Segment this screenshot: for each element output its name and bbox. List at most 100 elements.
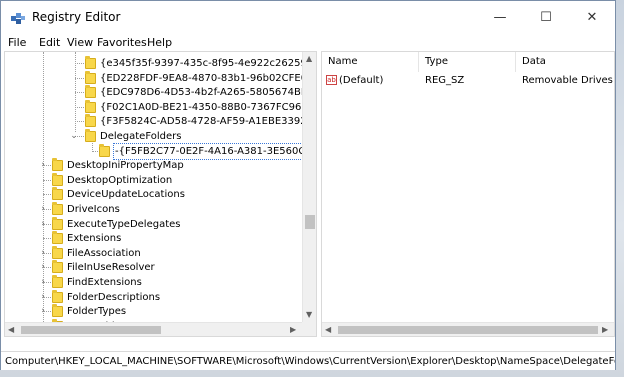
folder-icon	[52, 187, 63, 201]
key-tree-pane[interactable]: {e345f35f-9397-435c-8f95-4e922c26259e} {E…	[4, 51, 317, 337]
maximize-icon: ☐	[540, 9, 552, 25]
tree-item[interactable]: › DesktopIniPropertyMap	[5, 158, 301, 173]
tree-item-label: FileInUseResolver	[67, 262, 155, 274]
scroll-right-arrow-icon[interactable]: ▶	[290, 325, 296, 334]
tree-item-label: FolderTypes	[67, 306, 127, 318]
value-data: Removable Drives	[522, 75, 613, 86]
folder-icon	[85, 99, 96, 113]
tree-item-label: {e345f35f-9397-435c-8f95-4e922c26259e}	[100, 58, 317, 69]
tree-item[interactable]: › FileAssociation	[5, 245, 301, 261]
tree-item[interactable]: {ED228FDF-9EA8-4870-83b1-96b02CFE0D52}	[5, 70, 316, 86]
tree-horizontal-scroll-thumb[interactable]	[21, 326, 161, 334]
menu-file[interactable]: File	[8, 36, 26, 49]
folder-icon	[52, 172, 63, 186]
menu-bar: File Edit View Favorites Help	[1, 33, 615, 51]
tree-item-label: Extensions	[67, 233, 122, 245]
tree-item[interactable]: › FolderDescriptions	[5, 289, 301, 305]
scroll-left-arrow-icon[interactable]: ◀	[8, 325, 14, 334]
scroll-left-arrow-icon[interactable]: ◀	[325, 325, 331, 334]
tree-horizontal-scrollbar[interactable]: ◀ ▶	[5, 322, 302, 336]
tree-item[interactable]: › FolderTypes	[5, 304, 301, 319]
expand-chevron-icon[interactable]: ›	[38, 260, 48, 275]
menu-edit[interactable]: Edit	[39, 36, 60, 49]
registry-editor-window: Registry Editor — ☐ ✕ File Edit View Fav…	[0, 0, 616, 370]
tree-item[interactable]: DeviceUpdateLocations	[5, 187, 301, 202]
tree-item[interactable]: {e345f35f-9397-435c-8f95-4e922c26259e}	[5, 56, 316, 71]
tree-vertical-scrollbar[interactable]: ▲ ▼	[302, 52, 316, 322]
tree-item[interactable]: › ExecuteTypeDelegates	[5, 216, 301, 232]
expand-chevron-icon[interactable]: ›	[38, 290, 48, 305]
folder-icon	[52, 216, 63, 230]
folder-icon	[85, 129, 96, 142]
title-bar[interactable]: Registry Editor — ☐ ✕	[1, 1, 615, 33]
value-name-cell: ab (Default)	[326, 74, 383, 88]
column-header-type[interactable]: Type	[419, 52, 516, 72]
scroll-down-arrow-icon[interactable]: ▼	[306, 310, 312, 319]
folder-icon	[52, 260, 63, 274]
column-header-name[interactable]: Name	[322, 52, 419, 72]
tree-item-label: DeviceUpdateLocations	[67, 189, 185, 201]
expand-chevron-icon[interactable]: ›	[38, 275, 48, 290]
minimize-icon: —	[493, 9, 507, 25]
tree-item[interactable]: DesktopOptimization	[5, 172, 301, 188]
tree-item[interactable]: ⌄ DelegateFolders	[5, 129, 301, 144]
value-type: REG_SZ	[425, 75, 465, 86]
folder-icon	[52, 231, 63, 245]
close-button[interactable]: ✕	[569, 1, 615, 33]
menu-favorites[interactable]: Favorites	[97, 36, 147, 49]
tree-item-label: DelegateFolders	[100, 131, 182, 142]
folder-icon	[85, 70, 96, 84]
tree-item[interactable]: {F3F5824C-AD58-4728-AF59-A1EBE3392799}	[5, 114, 316, 129]
folder-icon	[85, 56, 96, 69]
expand-chevron-icon[interactable]: ›	[38, 158, 48, 173]
tree-item[interactable]: › DriveIcons	[5, 202, 301, 217]
folder-icon	[99, 143, 110, 157]
tree-item[interactable]: -{F5FB2C77-0E2F-4A16-A381-3E560C68BC83	[5, 142, 316, 160]
folder-icon	[52, 304, 63, 318]
tree-item[interactable]: › FindExtensions	[5, 275, 301, 290]
menu-help[interactable]: Help	[147, 36, 172, 49]
folder-icon	[52, 202, 63, 215]
tree-item-label: {F3F5824C-AD58-4728-AF59-A1EBE3392799}	[100, 116, 317, 128]
expand-chevron-icon[interactable]: ›	[38, 217, 48, 232]
expand-chevron-icon[interactable]: ›	[38, 246, 48, 261]
expand-chevron-icon[interactable]: ›	[38, 202, 48, 217]
tree-item-label: FolderDescriptions	[67, 291, 161, 303]
collapse-chevron-icon[interactable]: ⌄	[69, 129, 79, 144]
folder-icon	[52, 289, 63, 303]
values-horizontal-scrollbar[interactable]: ◀ ▶	[322, 322, 614, 336]
tree-item[interactable]: {EDC978D6-4D53-4b2f-A265-5805674BE568}	[5, 85, 316, 100]
string-value-icon: ab	[326, 75, 337, 85]
scroll-right-arrow-icon[interactable]: ▶	[602, 325, 608, 334]
folder-icon	[52, 158, 63, 172]
tree-item-label: FileAssociation	[67, 247, 141, 259]
window-title: Registry Editor	[32, 10, 121, 24]
maximize-button[interactable]: ☐	[523, 1, 569, 33]
tree-item-label: {EDC978D6-4D53-4b2f-A265-5805674BE568}	[100, 87, 317, 99]
tree-item-label: FindExtensions	[67, 277, 142, 288]
folder-icon	[52, 245, 63, 259]
tree-vertical-scroll-thumb[interactable]	[305, 215, 315, 229]
expand-chevron-icon[interactable]: ›	[38, 304, 48, 319]
registry-editor-icon	[11, 13, 25, 24]
tree-item-label: {F02C1A0D-BE21-4350-88B0-7367FC96EF3C}	[100, 101, 317, 113]
folder-icon	[85, 114, 96, 128]
menu-view[interactable]: View	[67, 36, 93, 49]
tree-item-label: -{F5FB2C77-0E2F-4A16-A381-3E560C68BC83	[113, 142, 316, 160]
tree-item[interactable]: Extensions	[5, 231, 301, 246]
tree-item[interactable]: {F02C1A0D-BE21-4350-88B0-7367FC96EF3C}	[5, 99, 316, 115]
tree-item-label: ExecuteTypeDelegates	[67, 218, 181, 230]
value-name: (Default)	[339, 75, 384, 86]
tree-item-label: {ED228FDF-9EA8-4870-83b1-96b02CFE0D52}	[100, 72, 317, 84]
tree-item-label: DesktopIniPropertyMap	[67, 160, 184, 172]
minimize-button[interactable]: —	[477, 1, 523, 33]
values-horizontal-scroll-thumb[interactable]	[338, 326, 598, 334]
close-icon: ✕	[586, 9, 598, 25]
tree-item[interactable]: › FileInUseResolver	[5, 260, 301, 275]
values-pane[interactable]: Name Type Data ab (Default) REG_SZ Remova…	[321, 51, 615, 337]
tree-item-label: DriveIcons	[67, 204, 120, 215]
folder-icon	[52, 275, 63, 288]
scroll-up-arrow-icon[interactable]: ▲	[306, 54, 312, 63]
column-header-data[interactable]: Data	[516, 52, 614, 72]
scrollbar-corner	[302, 322, 316, 336]
